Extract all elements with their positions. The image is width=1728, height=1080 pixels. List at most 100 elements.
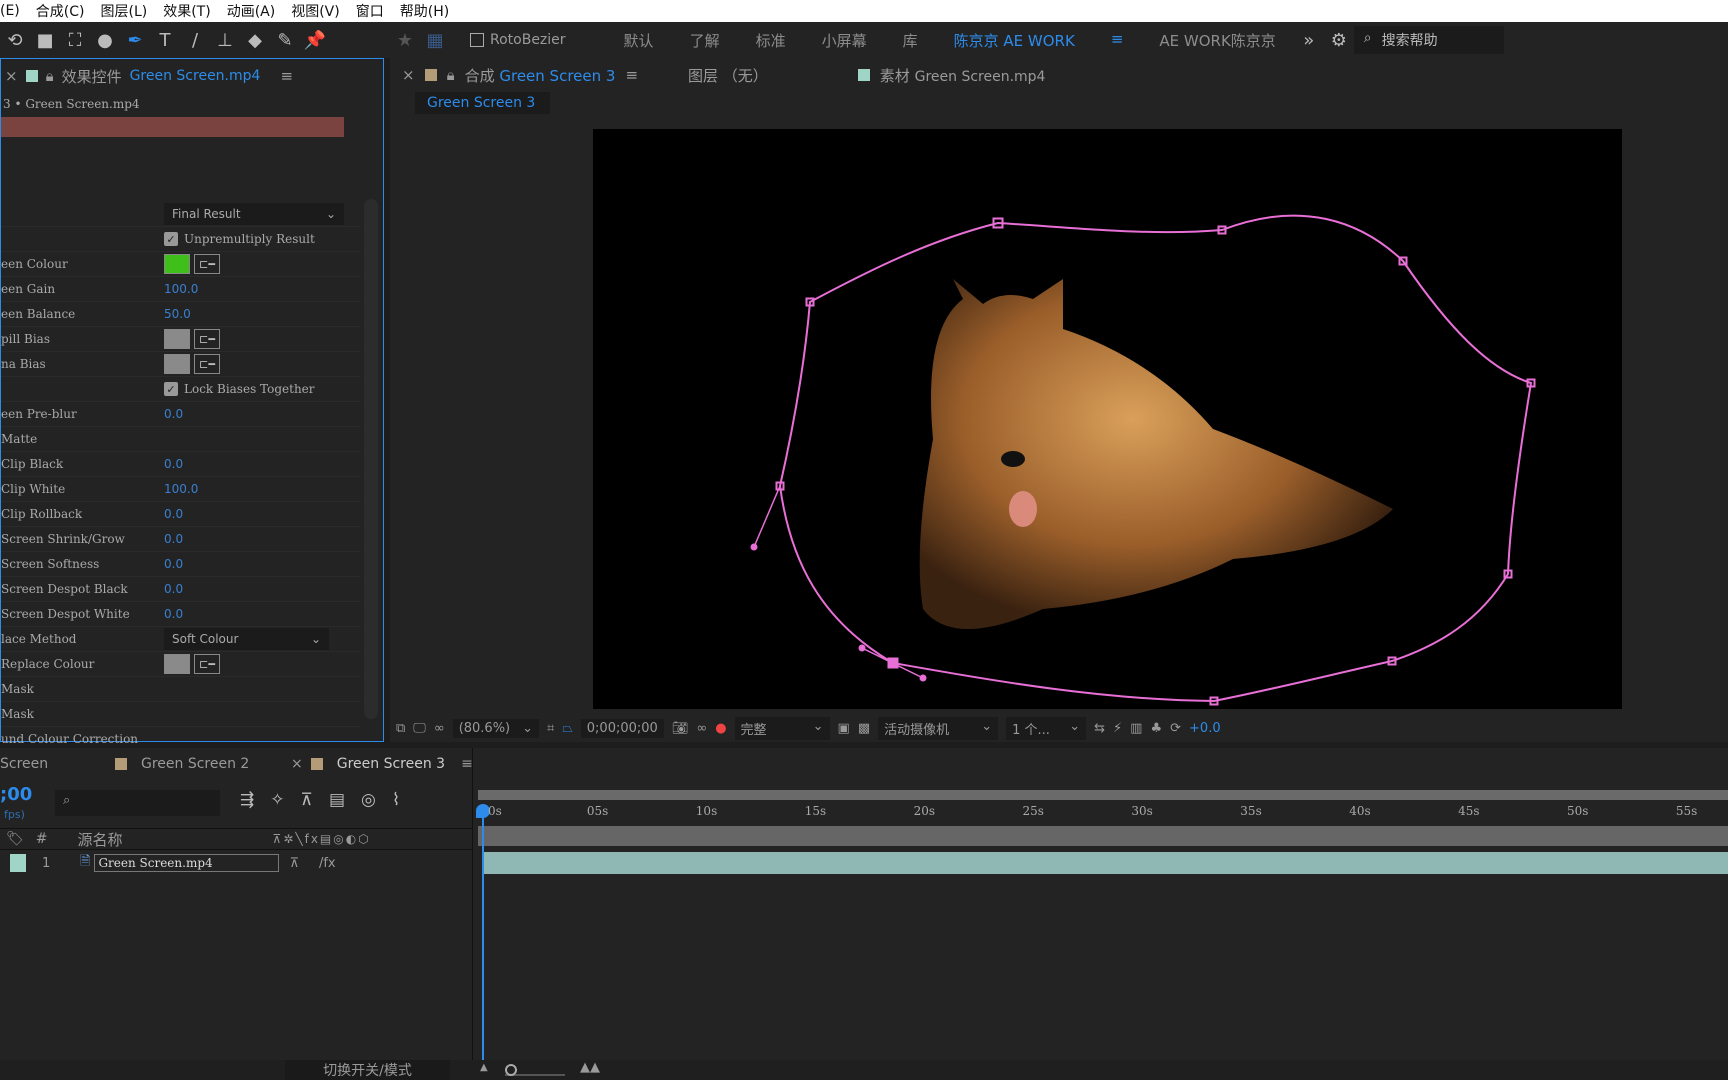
- property-value[interactable]: 100.0: [164, 282, 198, 296]
- fast-preview-icon[interactable]: ▣: [838, 721, 850, 736]
- workspace-tab[interactable]: 库: [903, 30, 918, 51]
- zoom-in-icon[interactable]: ▲▲: [580, 1060, 600, 1075]
- more-workspaces-icon[interactable]: »: [1294, 25, 1324, 55]
- camera-tool-icon[interactable]: ■: [30, 25, 60, 55]
- composition-viewer[interactable]: [593, 129, 1622, 709]
- motion-blur-icon[interactable]: ◎: [361, 790, 376, 810]
- transparency-grid-icon[interactable]: ▩: [858, 721, 870, 736]
- close-icon[interactable]: ×: [402, 66, 415, 84]
- timeline-icon[interactable]: ▥: [1130, 721, 1142, 736]
- time-navigator[interactable]: [478, 826, 1728, 846]
- menu-item[interactable]: 视图(V): [291, 1, 340, 21]
- help-search-input[interactable]: ⌕ 搜索帮助: [1353, 26, 1504, 54]
- show-snapshot-icon[interactable]: ∞: [696, 721, 707, 736]
- always-preview-icon[interactable]: ⧉: [396, 721, 405, 736]
- reset-exposure-icon[interactable]: ⟳: [1170, 721, 1181, 736]
- comp-breadcrumb[interactable]: Green Screen 3: [415, 92, 550, 114]
- eyedropper-icon[interactable]: ⊏━: [194, 354, 220, 374]
- close-icon[interactable]: ×: [291, 756, 303, 772]
- eraser-tool-icon[interactable]: ◆: [240, 25, 270, 55]
- toggle-switches-modes-button[interactable]: 切换开关/模式: [285, 1060, 450, 1080]
- views-dropdown[interactable]: 1 个... ⌄: [1006, 716, 1087, 740]
- color-swatch[interactable]: [164, 329, 190, 349]
- tab-timeline-active[interactable]: Green Screen 3: [337, 756, 445, 772]
- zoom-slider[interactable]: [505, 1064, 565, 1076]
- panel-menu-icon[interactable]: ≡: [280, 67, 293, 85]
- grid-icon[interactable]: ▦: [420, 25, 450, 55]
- property-dropdown[interactable]: Soft Colour ⌄: [164, 628, 329, 650]
- tab-layer[interactable]: 图层 （无）: [688, 65, 768, 86]
- workspace-tab[interactable]: 标准: [756, 30, 786, 51]
- property-value[interactable]: 100.0: [164, 482, 198, 496]
- checkbox-checked-icon[interactable]: ✓: [164, 232, 178, 246]
- fast-previews-icon[interactable]: ⚡: [1113, 721, 1122, 736]
- lock-icon[interactable]: 🔒︎: [447, 66, 455, 84]
- flowchart-icon[interactable]: ♣: [1150, 721, 1162, 736]
- menu-item[interactable]: 效果(T): [163, 1, 210, 21]
- region-of-interest-icon[interactable]: ⌗: [547, 721, 554, 736]
- tab-timeline[interactable]: Screen: [0, 756, 115, 772]
- layer-row[interactable]: 1 🗎 Green Screen.mp4 ⊼ / fx: [0, 851, 472, 875]
- rotate-tool-icon[interactable]: ⟲: [0, 25, 30, 55]
- channel-icon[interactable]: ●: [715, 721, 726, 736]
- workspace-tab[interactable]: AE WORK陈京京: [1159, 30, 1275, 51]
- layer-name-field[interactable]: Green Screen.mp4: [94, 854, 280, 872]
- color-swatch[interactable]: [164, 354, 190, 374]
- property-value[interactable]: 0.0: [164, 507, 183, 521]
- menu-item[interactable]: 窗口: [356, 1, 384, 21]
- work-area-bar[interactable]: [478, 790, 1728, 800]
- tab-composition[interactable]: 合成 Green Screen 3: [465, 65, 616, 86]
- eyedropper-icon[interactable]: ⊏━: [194, 654, 220, 674]
- mask-visibility-icon[interactable]: ⏢: [562, 721, 572, 736]
- clone-stamp-tool-icon[interactable]: ⊥: [210, 25, 240, 55]
- menu-item[interactable]: 帮助(H): [400, 1, 449, 21]
- roto-brush-tool-icon[interactable]: ✎: [270, 25, 300, 55]
- layer-duration-bar[interactable]: [483, 852, 1728, 874]
- color-swatch[interactable]: [164, 254, 190, 274]
- scrollbar[interactable]: [364, 199, 378, 719]
- frame-blending-icon[interactable]: ▤: [329, 790, 345, 810]
- layer-search-input[interactable]: ⌕: [55, 790, 220, 816]
- lock-icon[interactable]: 🔒︎: [46, 67, 54, 85]
- effects-switch-icon[interactable]: fx: [323, 856, 335, 871]
- color-swatch[interactable]: [164, 654, 190, 674]
- tab-timeline[interactable]: Green Screen 2: [141, 756, 249, 772]
- eyedropper-icon[interactable]: ⊏━: [194, 254, 220, 274]
- brush-tool-icon[interactable]: /: [180, 25, 210, 55]
- toggle-pixel-aspect-icon[interactable]: ⇆: [1094, 721, 1105, 736]
- workspace-tab[interactable]: 小屏幕: [822, 30, 867, 51]
- current-time-field[interactable]: 0;00;00;00: [580, 718, 664, 738]
- snapshot-icon[interactable]: 📷︎: [672, 721, 689, 736]
- star-icon[interactable]: ★: [390, 25, 420, 55]
- exposure-value[interactable]: +0.0: [1189, 721, 1221, 736]
- sync-settings-icon[interactable]: ⚙: [1324, 25, 1354, 55]
- zoom-out-icon[interactable]: ▲: [480, 1062, 488, 1073]
- effect-controls-tab[interactable]: × 🔒︎ 效果控件 Green Screen.mp4 ≡: [1, 59, 383, 93]
- property-value[interactable]: 0.0: [164, 407, 183, 421]
- ellipse-tool-icon[interactable]: ●: [90, 25, 120, 55]
- checkbox-checked-icon[interactable]: ✓: [164, 382, 178, 396]
- composition-mini-flowchart-icon[interactable]: ⇶: [240, 790, 254, 810]
- resolution-dropdown[interactable]: 完整 ⌄: [734, 716, 830, 740]
- property-dropdown[interactable]: Final Result ⌄: [164, 203, 344, 225]
- panel-menu-icon[interactable]: ≡: [625, 66, 638, 84]
- shy-switch-icon[interactable]: ⊼: [289, 856, 299, 871]
- text-tool-icon[interactable]: T: [150, 25, 180, 55]
- draft-3d-icon[interactable]: ✧: [270, 790, 284, 810]
- 3d-glasses-icon[interactable]: ∞: [434, 721, 445, 736]
- workspace-tab[interactable]: 默认: [624, 30, 654, 51]
- property-value[interactable]: 0.0: [164, 557, 183, 571]
- pan-behind-tool-icon[interactable]: ⛶: [60, 25, 90, 55]
- graph-editor-icon[interactable]: ⌇: [392, 790, 400, 810]
- property-value[interactable]: 0.0: [164, 607, 183, 621]
- workspace-tab[interactable]: 了解: [690, 30, 720, 51]
- shy-layers-icon[interactable]: ⊼: [301, 790, 313, 810]
- magnification-dropdown[interactable]: (80.6%) ⌄: [452, 718, 540, 738]
- current-timecode[interactable]: ;00: [0, 784, 32, 805]
- puppet-pin-tool-icon[interactable]: 📌: [300, 25, 330, 55]
- close-icon[interactable]: ×: [5, 67, 18, 85]
- label-color-icon[interactable]: [10, 854, 26, 872]
- menu-item[interactable]: 图层(L): [100, 1, 147, 21]
- camera-dropdown[interactable]: 活动摄像机 ⌄: [878, 716, 999, 740]
- property-value[interactable]: 50.0: [164, 307, 191, 321]
